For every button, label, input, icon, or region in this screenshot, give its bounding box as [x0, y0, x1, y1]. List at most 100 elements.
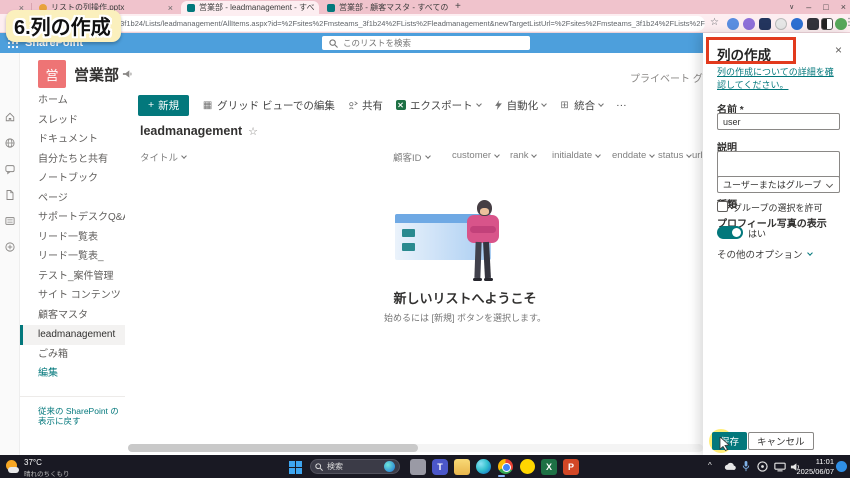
mouse-cursor — [719, 437, 731, 451]
sidebar-item-shared[interactable]: 自分たちと共有 — [20, 150, 125, 170]
classic-sharepoint-link[interactable]: 従来の SharePoint の表示に戻す — [20, 396, 125, 426]
taskbar-weather-widget[interactable]: 37°C 晴れのちくもり — [5, 458, 70, 478]
extensions-pin-icon[interactable] — [807, 18, 819, 30]
site-logo[interactable]: 営 — [38, 60, 66, 88]
blue-extension-icon[interactable] — [791, 18, 803, 30]
address-bar[interactable]: sites/msteams_3f1b24/Lists/leadmanagemen… — [60, 16, 705, 31]
sidebar-item-documents[interactable]: ドキュメント — [20, 130, 125, 150]
library-icon[interactable] — [4, 215, 16, 227]
panel-close-icon[interactable]: × — [835, 43, 842, 57]
maximize-button[interactable]: □ — [823, 2, 828, 12]
weather-desc: 晴れのちくもり — [24, 468, 70, 478]
onedrive-cloud-icon[interactable] — [724, 462, 736, 471]
home-icon[interactable] — [4, 111, 16, 123]
excel-app-icon[interactable]: X — [541, 459, 557, 475]
taskbar-search[interactable]: 検索 — [310, 459, 400, 474]
new-item-button[interactable]: + 新規 — [138, 95, 189, 116]
app-rail — [0, 53, 20, 455]
sidebar-item-recycle-bin[interactable]: ごみ箱 — [20, 345, 125, 365]
yellow-app-icon[interactable] — [520, 459, 535, 474]
favorite-star-icon[interactable]: ☆ — [248, 125, 258, 138]
automate-icon — [494, 100, 503, 110]
sidebar-item-lead-list[interactable]: リード一覧表 — [20, 228, 125, 248]
horizontal-scrollbar-thumb[interactable] — [128, 444, 418, 452]
sidebar-item-home[interactable]: ホーム — [20, 91, 125, 111]
column-type-dropdown[interactable]: ユーザーまたはグループ — [717, 176, 840, 193]
chevron-down-icon — [541, 101, 547, 107]
globe-icon[interactable] — [4, 137, 16, 149]
disc-tray-icon[interactable] — [757, 461, 768, 472]
column-header-customer-id[interactable]: 顧客ID — [393, 150, 430, 164]
column-header-title[interactable]: タイトル — [140, 150, 186, 164]
bookmark-star-icon[interactable]: ☆ — [710, 17, 719, 28]
integrate-button[interactable]: ⊞ 統合 — [559, 98, 603, 113]
sidebar-item-test-anken[interactable]: テスト_案件管理 — [20, 267, 125, 287]
browser-tab-kokyaku-master[interactable]: 営業部 - 顧客マスタ - すべてのアイ × — [321, 1, 449, 14]
ellipsis-icon: ··· — [616, 99, 627, 111]
tray-chevron-icon[interactable]: ^ — [708, 461, 712, 470]
sidebar-item-thread[interactable]: スレッド — [20, 111, 125, 131]
new-tab-button[interactable]: + — [455, 1, 461, 12]
tab-close-icon[interactable]: × — [168, 3, 173, 13]
column-header-enddate[interactable]: enddate — [612, 150, 654, 161]
teams-icon[interactable]: T — [432, 459, 448, 475]
start-button[interactable] — [289, 461, 302, 474]
sidebar-item-notebook[interactable]: ノートブック — [20, 169, 125, 189]
sidebar-item-lead-list2[interactable]: リード一覧表_ — [20, 247, 125, 267]
taskbar-clock[interactable]: 11:01 2025/06/07 — [796, 457, 834, 477]
tab-close-icon[interactable]: × — [318, 3, 319, 13]
empty-state-subtitle: 始めるには [新規] ボタンを選択します。 — [320, 311, 610, 324]
file-explorer-icon[interactable] — [454, 459, 470, 475]
document-icon[interactable] — [4, 189, 16, 201]
more-commands-button[interactable]: ··· — [616, 99, 627, 111]
automate-label: 自動化 — [507, 98, 539, 113]
minimize-button[interactable]: – — [806, 2, 811, 12]
powerpoint-app-icon[interactable]: P — [563, 459, 579, 475]
mic-extension-icon[interactable] — [727, 18, 739, 30]
sidebar-item-pages[interactable]: ページ — [20, 189, 125, 209]
add-icon[interactable] — [4, 241, 16, 253]
conversations-icon[interactable] — [4, 163, 16, 175]
create-column-panel: 列の作成 × 列の作成についての詳細を確認してください。 名前 * 説明 種類 … — [703, 33, 850, 455]
column-header-rank[interactable]: rank — [510, 150, 536, 161]
task-view-icon[interactable] — [410, 459, 426, 475]
split-screen-icon[interactable] — [821, 18, 833, 30]
column-header-status[interactable]: status — [658, 150, 691, 161]
cancel-button[interactable]: キャンセル — [748, 432, 814, 450]
share-button[interactable]: 共有 — [348, 98, 383, 113]
edge-icon[interactable] — [476, 459, 492, 475]
u-extension-icon[interactable] — [775, 18, 787, 30]
site-title[interactable]: 営業部 — [74, 64, 119, 85]
close-window-button[interactable]: × — [841, 2, 846, 12]
purple-extension-icon[interactable] — [743, 18, 755, 30]
share-icon — [348, 100, 358, 110]
allow-group-checkbox[interactable] — [717, 201, 728, 212]
browser-tab-leadmanagement[interactable]: 営業部 - leadmanagement - すべ × — [181, 1, 319, 14]
list-search-box[interactable]: このリストを検索 — [322, 36, 530, 50]
notification-icon[interactable] — [836, 461, 847, 472]
sidebar-edit-link[interactable]: 編集 — [20, 364, 125, 384]
excel-icon — [396, 100, 406, 110]
column-name-input[interactable] — [717, 113, 840, 130]
sidebar-item-leadmanagement[interactable]: leadmanagement — [20, 325, 125, 345]
automate-button[interactable]: 自動化 — [494, 98, 547, 113]
display-tray-icon[interactable] — [774, 462, 786, 472]
sidebar-item-supportdesk[interactable]: サポートデスクQ&A — [20, 208, 125, 228]
grid-edit-button[interactable]: ▦ グリッド ビューでの編集 — [202, 98, 335, 113]
browser-menu-icon[interactable]: ⋮ — [844, 17, 848, 28]
profile-photo-toggle[interactable] — [717, 226, 743, 239]
tab-search-chevron-icon[interactable]: ∨ — [789, 3, 794, 11]
sidebar-item-kokyaku-master[interactable]: 顧客マスタ — [20, 306, 125, 326]
screen: × リストの列操作.pptx × 営業部 - leadmanagement - … — [0, 0, 850, 478]
column-help-link[interactable]: 列の作成についての詳細を確認してください。 — [717, 66, 839, 91]
more-options-link[interactable]: その他のオプション — [717, 247, 812, 261]
microphone-tray-icon[interactable] — [742, 461, 750, 472]
column-header-customer[interactable]: customer — [452, 150, 499, 161]
navy-extension-icon[interactable] — [759, 18, 771, 30]
chevron-down-icon — [598, 101, 604, 107]
export-button[interactable]: エクスポート — [396, 98, 481, 113]
sidebar-item-site-contents[interactable]: サイト コンテンツ — [20, 286, 125, 306]
chrome-icon[interactable] — [498, 459, 514, 475]
column-header-initialdate[interactable]: initialdate — [552, 150, 600, 161]
clock-time: 11:01 — [796, 457, 834, 467]
